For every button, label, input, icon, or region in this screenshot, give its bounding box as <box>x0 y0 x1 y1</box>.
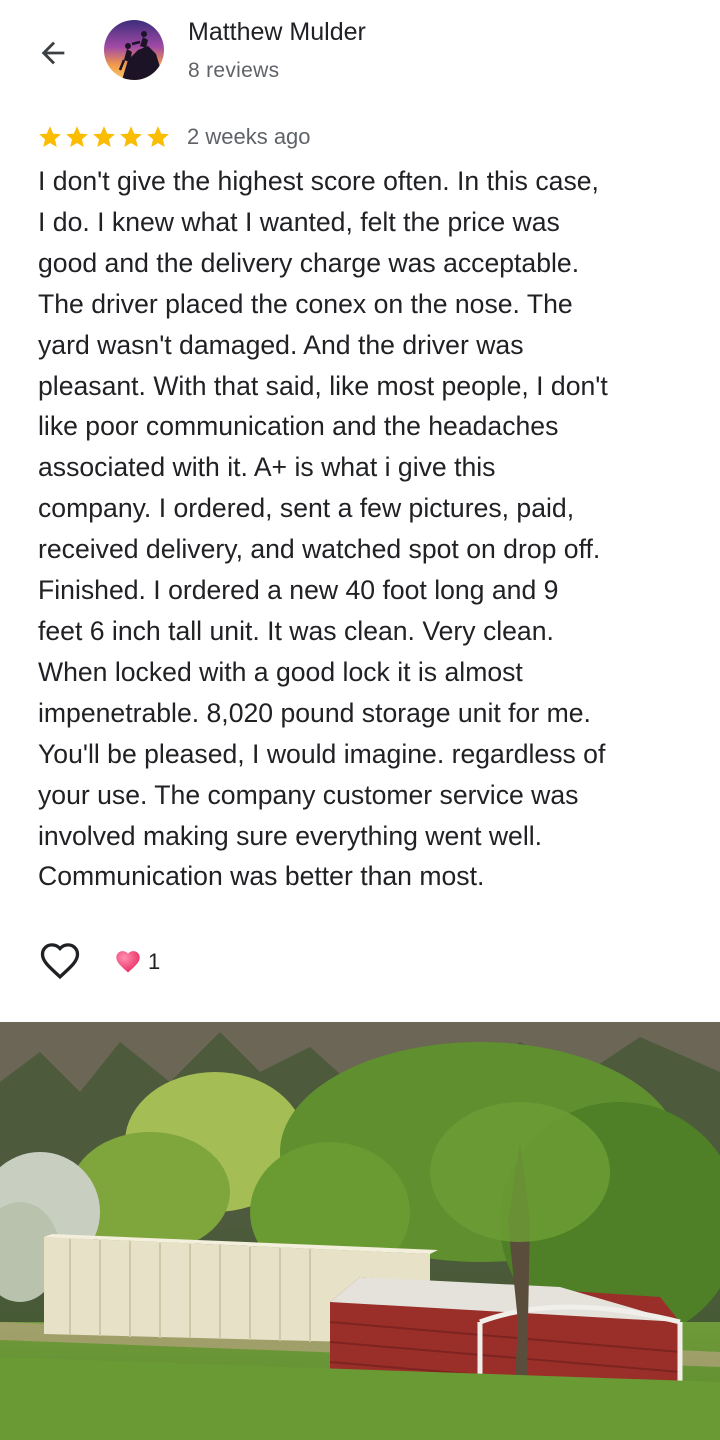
star-rating <box>37 124 171 150</box>
reviewer-review-count[interactable]: 8 reviews <box>188 59 279 83</box>
review-actions: 1 <box>38 940 160 984</box>
reviewer-name[interactable]: Matthew Mulder <box>188 18 366 47</box>
reaction-summary[interactable]: 1 <box>114 948 160 976</box>
star-icon <box>39 126 61 147</box>
heart-outline-icon <box>40 943 80 980</box>
star-icon <box>66 126 88 147</box>
avatar-image <box>104 20 164 80</box>
review-photo-image <box>0 1022 720 1440</box>
review-header: Matthew Mulder 8 reviews <box>0 0 720 110</box>
review-photo[interactable] <box>0 1022 720 1440</box>
star-icon <box>93 126 115 147</box>
star-icon <box>120 126 142 147</box>
heart-emoji-icon <box>116 951 140 973</box>
back-button[interactable] <box>30 30 76 76</box>
reaction-count: 1 <box>148 949 161 974</box>
arrow-back-icon <box>41 41 65 65</box>
rating-row: 2 weeks ago <box>37 122 311 152</box>
star-icon <box>147 126 169 147</box>
review-date: 2 weeks ago <box>187 124 311 149</box>
like-button[interactable] <box>38 940 82 984</box>
avatar[interactable] <box>104 20 164 80</box>
review-text: I don't give the highest score often. In… <box>38 166 608 892</box>
